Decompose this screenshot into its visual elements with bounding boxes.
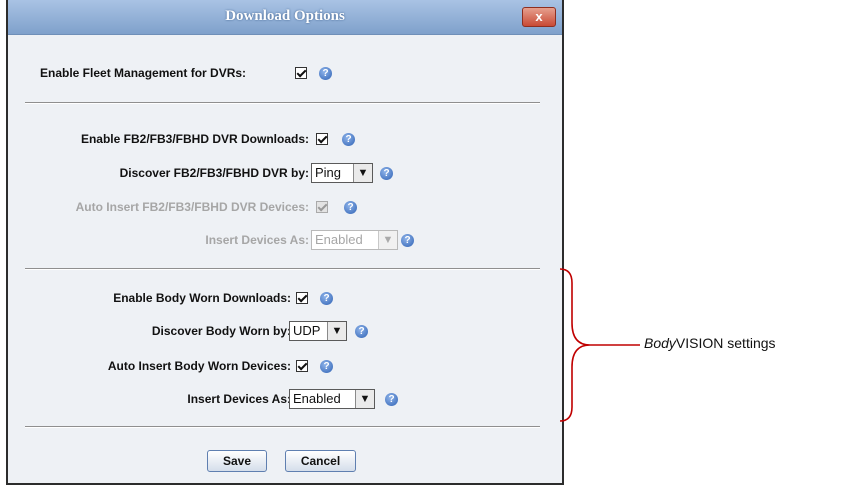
body-worn-auto-insert-row: Auto Insert Body Worn Devices: ? [8,359,528,379]
section-divider [25,102,540,104]
body-worn-insert-as-row: Insert Devices As: Enabled ▼ ? [8,389,528,411]
dialog-title: Download Options [225,8,345,24]
body-worn-insert-as-select[interactable]: Enabled ▼ [289,389,375,409]
help-icon[interactable]: ? [385,393,398,406]
body-worn-discover-label: Discover Body Worn by: [151,324,291,338]
title-bar: Download Options x [8,0,562,35]
fb-insert-as-label: Insert Devices As: [205,233,309,247]
fb-enable-label: Enable FB2/FB3/FBHD DVR Downloads: [80,132,309,146]
fb-discover-row: Discover FB2/FB3/FBHD DVR by: Ping ▼ ? [8,163,528,185]
fleet-management-label: Enable Fleet Management for DVRs: [40,66,247,80]
close-button[interactable]: x [522,7,556,27]
help-icon[interactable]: ? [320,360,333,373]
help-icon[interactable]: ? [319,67,332,80]
fb-auto-insert-checkbox [316,201,328,213]
chevron-down-icon: ▼ [378,231,397,249]
bodyvision-settings-callout: BodyVISION settings [644,335,776,351]
fb-discover-select[interactable]: Ping ▼ [311,163,373,183]
body-worn-discover-value: UDP [293,323,321,338]
download-options-dialog: Download Options x Enable Fleet Manageme… [6,0,564,485]
fb-auto-insert-row: Auto Insert FB2/FB3/FBHD DVR Devices: ? [8,200,528,220]
help-icon[interactable]: ? [342,133,355,146]
section-divider [25,426,540,428]
chevron-down-icon: ▼ [353,164,372,182]
help-icon[interactable]: ? [344,201,357,214]
help-icon[interactable]: ? [355,325,368,338]
body-worn-enable-checkbox[interactable] [296,292,308,304]
body-worn-discover-select[interactable]: UDP ▼ [289,321,347,341]
fb-enable-checkbox[interactable] [316,133,328,145]
callout-emphasis: Body [644,335,676,351]
fb-discover-value: Ping [315,165,342,180]
fb-discover-label: Discover FB2/FB3/FBHD DVR by: [119,166,309,180]
fb-enable-row: Enable FB2/FB3/FBHD DVR Downloads: ? [8,132,528,152]
body-worn-enable-row: Enable Body Worn Downloads: ? [8,291,528,311]
help-icon[interactable]: ? [320,292,333,305]
curly-bracket [560,268,640,422]
chevron-down-icon: ▼ [327,322,346,340]
body-worn-auto-insert-checkbox[interactable] [296,360,308,372]
help-icon[interactable]: ? [401,234,414,247]
body-worn-insert-as-value: Enabled [293,391,341,406]
callout-text: VISION settings [675,335,776,351]
body-worn-discover-row: Discover Body Worn by: UDP ▼ ? [8,321,528,343]
fb-insert-as-select: Enabled ▼ [311,230,398,250]
fb-auto-insert-label: Auto Insert FB2/FB3/FBHD DVR Devices: [75,200,309,214]
body-worn-enable-label: Enable Body Worn Downloads: [113,291,291,305]
fb-insert-as-value: Enabled [315,232,363,247]
fleet-management-checkbox[interactable] [295,67,307,79]
fb-insert-as-row: Insert Devices As: Enabled ▼ ? [8,230,528,252]
help-icon[interactable]: ? [380,167,393,180]
cancel-button[interactable]: Cancel [285,450,356,472]
chevron-down-icon: ▼ [355,390,374,408]
body-worn-auto-insert-label: Auto Insert Body Worn Devices: [107,359,291,373]
section-divider [25,268,540,270]
body-worn-insert-as-label: Insert Devices As: [187,392,291,406]
save-button[interactable]: Save [207,450,267,472]
